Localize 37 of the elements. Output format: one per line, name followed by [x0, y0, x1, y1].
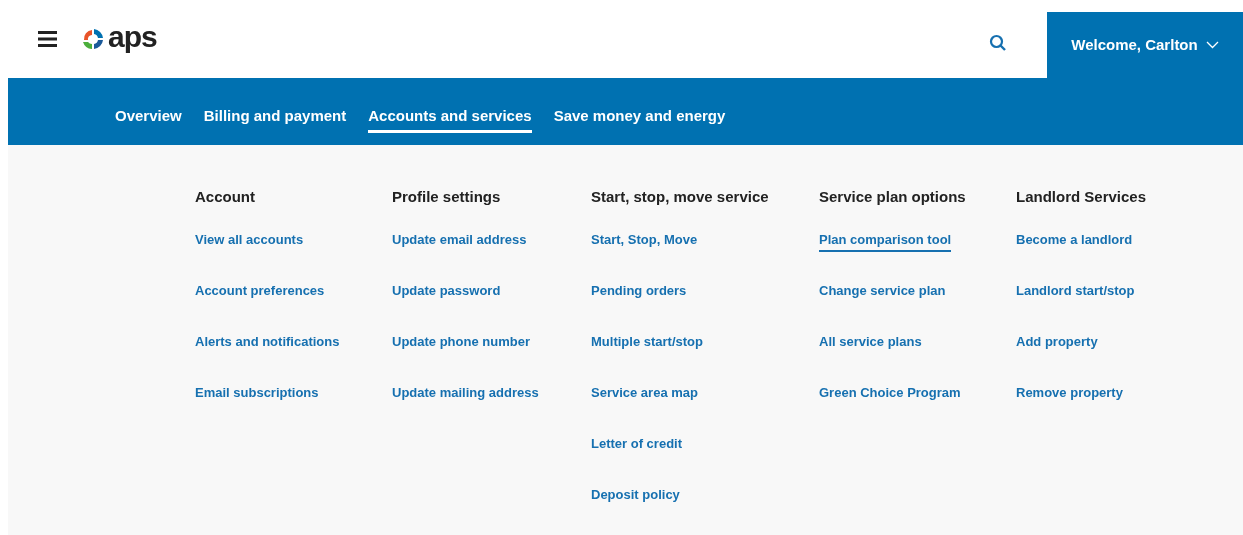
menu-link[interactable]: Plan comparison tool [819, 227, 952, 278]
menu-link[interactable]: Letter of credit [591, 431, 682, 482]
menu-link[interactable]: Email subscriptions [195, 380, 319, 431]
logo-text[interactable]: aps [108, 22, 157, 52]
menu-link[interactable]: Service area map [591, 380, 698, 431]
menu-link[interactable]: Deposit policy [591, 482, 680, 533]
menu-link[interactable]: View all accounts [195, 227, 304, 278]
menu-link[interactable]: Green Choice Program [819, 380, 961, 431]
menu-link[interactable]: Alerts and notifications [195, 329, 340, 380]
column-heading: Account [195, 188, 255, 205]
menu-link[interactable]: Add property [1016, 329, 1098, 380]
menu-link[interactable]: Start, Stop, Move [591, 227, 698, 278]
logo-icon [80, 26, 106, 52]
column-heading: Service plan options [819, 188, 966, 205]
menu-link[interactable]: Change service plan [819, 278, 946, 329]
menu-link[interactable]: Update phone number [392, 329, 530, 380]
menu-link[interactable]: Update email address [392, 227, 527, 278]
menu-link[interactable]: Account preferences [195, 278, 325, 329]
menu-link[interactable]: All service plans [819, 329, 922, 380]
menu-link[interactable]: Landlord start/stop [1016, 278, 1135, 329]
nav-tab[interactable]: Accounts and services [368, 99, 532, 133]
menu-link[interactable]: Update mailing address [392, 380, 539, 431]
nav-tab[interactable]: Save money and energy [553, 99, 726, 133]
column-heading: Start, stop, move service [591, 188, 769, 205]
chevron-down-icon [1205, 41, 1219, 49]
search-icon[interactable] [989, 34, 1007, 52]
nav-tab[interactable]: Billing and payment [203, 99, 347, 133]
column-heading: Profile settings [392, 188, 501, 205]
nav-tab[interactable]: Overview [115, 99, 182, 133]
menu-link[interactable]: Remove property [1016, 380, 1123, 431]
menu-icon[interactable] [38, 31, 57, 47]
column-heading: Landlord Services [1016, 188, 1147, 205]
menu-link[interactable]: Become a landlord [1016, 227, 1133, 278]
menu-link[interactable]: Multiple start/stop [591, 329, 703, 380]
menu-link[interactable]: Update password [392, 278, 501, 329]
welcome-menu-button[interactable]: Welcome, Carlton [1047, 12, 1243, 78]
menu-link[interactable]: Pending orders [591, 278, 687, 329]
